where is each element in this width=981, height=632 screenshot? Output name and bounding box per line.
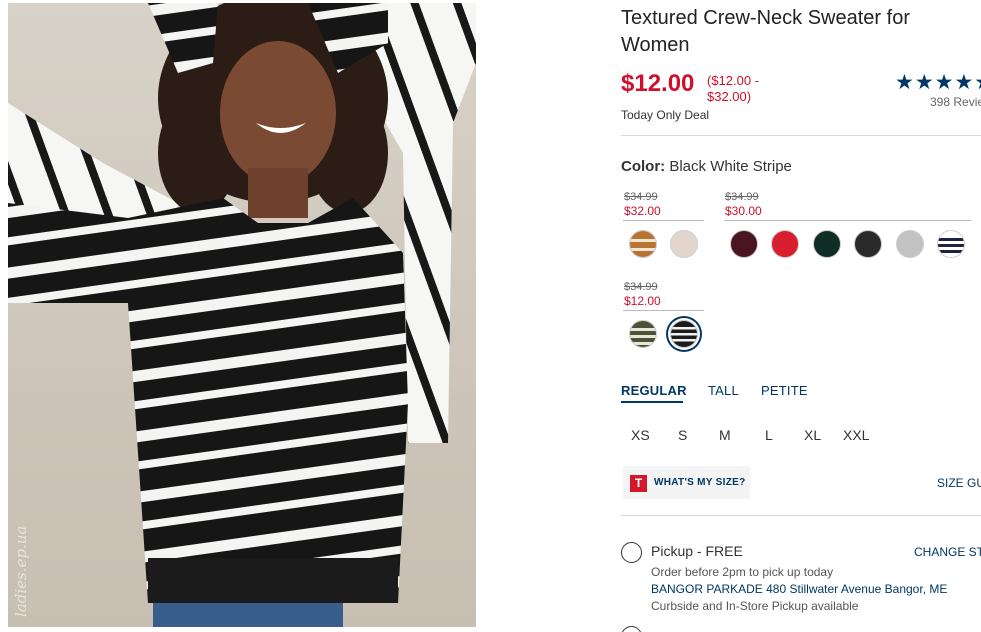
group-divider <box>623 310 704 311</box>
pickup-order-note: Order before 2pm to pick up today <box>651 565 834 579</box>
pickup-radio[interactable] <box>621 542 642 563</box>
size-button-xl[interactable]: XL <box>804 427 821 443</box>
swatch-heather-grey[interactable] <box>896 230 924 258</box>
size-button-xs[interactable]: XS <box>631 427 650 443</box>
group-divider <box>724 220 971 221</box>
deal-label: Today Only Deal <box>621 108 710 122</box>
divider <box>621 515 981 516</box>
swatch-fill <box>671 321 697 347</box>
color-label: Color: <box>621 158 666 175</box>
true-fit-logo-icon: T <box>630 475 647 492</box>
divider <box>621 135 981 136</box>
size-guide-link[interactable]: SIZE GUIDE <box>937 476 981 490</box>
whats-my-size-button[interactable]: T WHAT'S MY SIZE? <box>623 466 750 499</box>
swatch-white-navy-stripe[interactable] <box>937 230 965 258</box>
watermark-text: ladies.ep.ua <box>12 525 30 617</box>
price-group-3: $34.99 $12.00 <box>624 281 661 309</box>
size-button-s[interactable]: S <box>678 427 687 443</box>
swatch-black[interactable] <box>854 230 882 258</box>
price-group-2: $34.99 $30.00 <box>725 191 762 219</box>
price-range: ($12.00 - $32.00) <box>707 73 760 104</box>
group-price: $32.00 <box>624 204 661 218</box>
rating-stars-icon[interactable]: ★★★★★ <box>895 70 981 95</box>
whats-my-size-label: WHAT'S MY SIZE? <box>654 477 746 488</box>
group-price: $30.00 <box>725 204 762 218</box>
color-selection-label: Color: Black White Stripe <box>621 158 792 175</box>
swatch-fill <box>630 321 656 347</box>
reviews-link[interactable]: 398 Reviews <box>930 95 981 109</box>
pickup-availability: Curbside and In-Store Pickup available <box>651 599 859 613</box>
swatch-black-white-stripe[interactable] <box>670 320 698 348</box>
original-price: $34.99 <box>725 191 759 203</box>
swatch-red[interactable] <box>771 230 799 258</box>
product-info-panel: Textured Crew-Neck Sweater for Women $12… <box>621 0 981 632</box>
tab-regular[interactable]: REGULAR <box>621 383 687 398</box>
change-store-link[interactable]: CHANGE STORE <box>914 545 981 559</box>
model-illustration <box>8 3 476 627</box>
tab-petite[interactable]: PETITE <box>761 383 808 398</box>
shipping-radio[interactable] <box>621 626 642 632</box>
sale-price: $12.00 <box>621 70 695 97</box>
swatch-fill <box>938 231 964 257</box>
size-button-l[interactable]: L <box>765 427 773 443</box>
product-title: Textured Crew-Neck Sweater for Women <box>621 7 910 56</box>
pickup-label: Pickup - FREE <box>651 543 743 559</box>
product-image[interactable]: ladies.ep.ua <box>8 3 476 627</box>
tab-tall[interactable]: TALL <box>708 383 739 398</box>
size-button-m[interactable]: M <box>719 427 731 443</box>
swatch-olive-stripe[interactable] <box>629 320 657 348</box>
active-tab-indicator <box>621 401 683 403</box>
size-button-xxl[interactable]: XXL <box>843 427 869 443</box>
original-price: $34.99 <box>624 191 658 203</box>
swatch-dark-green[interactable] <box>813 230 841 258</box>
swatch-oatmeal[interactable] <box>670 230 698 258</box>
group-divider <box>623 220 704 221</box>
group-price: $12.00 <box>624 294 661 308</box>
store-address-link[interactable]: BANGOR PARKADE 480 Stillwater Avenue Ban… <box>651 582 947 596</box>
original-price: $34.99 <box>624 281 658 293</box>
selected-color-name: Black White Stripe <box>669 158 792 175</box>
swatch-burgundy[interactable] <box>730 230 758 258</box>
swatch-fill <box>630 231 656 257</box>
swatch-mustard-stripe[interactable] <box>629 230 657 258</box>
price-group-1: $34.99 $32.00 <box>624 191 661 219</box>
